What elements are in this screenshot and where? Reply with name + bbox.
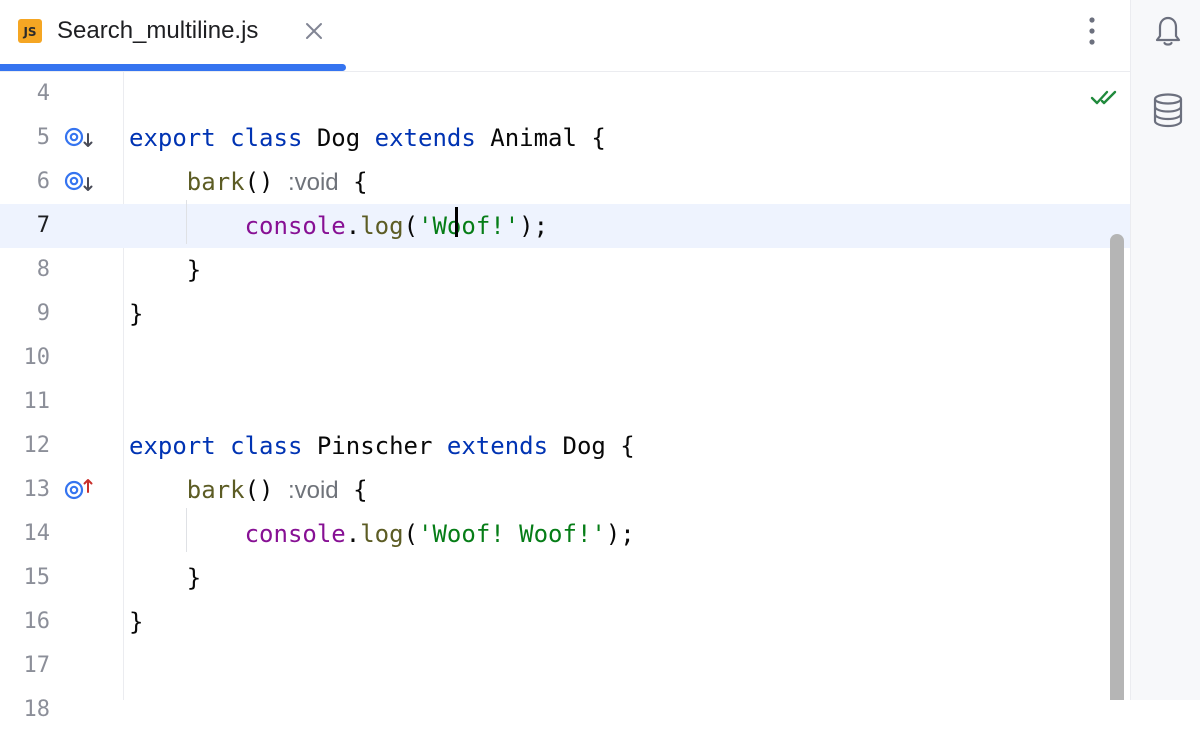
code-line[interactable]: 4 [0, 72, 1130, 116]
line-number[interactable]: 10 [0, 336, 51, 380]
code-line[interactable]: 12 export class Pinscher extends Dog { [0, 424, 1130, 468]
code-text[interactable]: console.log('Woof!'); [129, 204, 548, 248]
indent-guide [186, 200, 187, 244]
code-token: ( [403, 520, 419, 548]
vertical-scrollbar-thumb[interactable] [1110, 234, 1124, 700]
code-text[interactable]: export class Dog extends Animal { [129, 116, 606, 160]
code-line[interactable]: 11 [0, 380, 1130, 424]
code-line[interactable]: 10 [0, 336, 1130, 380]
code-token: } [129, 564, 202, 592]
code-token: } [129, 608, 144, 636]
line-number[interactable]: 9 [0, 292, 50, 336]
code-line[interactable]: 6 bark() :void { [0, 160, 1130, 204]
javascript-file-icon: JS [18, 19, 42, 43]
active-tab-indicator [0, 64, 346, 71]
code-token: bark [186, 168, 245, 196]
code-token: Pinscher [302, 432, 447, 460]
code-text[interactable]: export class Pinscher extends Dog { [129, 424, 635, 468]
code-token: { [338, 168, 368, 196]
code-editor[interactable]: 4 5 export class Dog extends Animal {6 bar… [0, 72, 1130, 722]
text-caret [455, 207, 458, 237]
code-line[interactable]: 8 } [0, 248, 1130, 292]
code-text[interactable]: } [129, 600, 143, 644]
code-text[interactable]: } [129, 248, 201, 292]
code-token: . [345, 520, 361, 548]
line-number[interactable]: 16 [0, 600, 51, 644]
code-token: ( [403, 212, 419, 240]
code-line[interactable]: 16} [0, 600, 1130, 644]
code-text[interactable]: console.log('Woof! Woof!'); [129, 512, 635, 556]
code-token: 'Woof! Woof!' [418, 520, 606, 548]
code-token: log [360, 212, 404, 240]
overrides-up-icon[interactable] [64, 478, 94, 504]
line-number[interactable]: 5 [0, 116, 50, 160]
inlay-type-hint: :void [287, 169, 339, 196]
line-number[interactable]: 7 [0, 204, 50, 248]
code-token: bark [186, 476, 245, 504]
double-check-icon[interactable] [1090, 86, 1118, 110]
line-number[interactable]: 18 [0, 688, 51, 732]
code-token: } [129, 256, 202, 284]
code-text[interactable]: bark() :void { [129, 468, 368, 513]
line-number[interactable]: 12 [0, 424, 51, 468]
code-token: () [244, 168, 288, 196]
code-token: class [230, 432, 303, 460]
implemented-down-icon[interactable] [64, 126, 94, 152]
code-text[interactable]: } [129, 292, 143, 336]
inlay-type-hint: :void [287, 477, 339, 504]
implemented-down-icon[interactable] [64, 170, 94, 196]
code-token: Animal { [475, 124, 606, 152]
line-number[interactable]: 14 [0, 512, 51, 556]
code-line[interactable]: 14 console.log('Woof! Woof!'); [0, 512, 1130, 556]
line-number[interactable]: 6 [0, 160, 50, 204]
code-token: class [230, 124, 303, 152]
line-number[interactable]: 8 [0, 248, 50, 292]
code-line[interactable]: 17 [0, 644, 1130, 688]
code-line[interactable]: 7 console.log('Woof!'); [0, 204, 1130, 248]
code-token: 'Woof!' [418, 212, 520, 240]
close-icon[interactable] [301, 18, 327, 44]
code-token: export [129, 124, 216, 152]
tab-title: Search_multiline.js [57, 17, 259, 44]
code-line[interactable]: 18 [0, 688, 1130, 732]
line-number[interactable]: 11 [0, 380, 51, 424]
tab-search-multiline-js[interactable]: JS Search_multiline.js [0, 0, 346, 71]
code-text[interactable]: } [129, 556, 201, 600]
line-number[interactable]: 15 [0, 556, 51, 600]
indent-guide [186, 508, 187, 552]
code-token: console [244, 212, 346, 240]
code-line[interactable]: 15 } [0, 556, 1130, 600]
code-token: Dog { [548, 432, 635, 460]
line-number[interactable]: 4 [0, 72, 50, 116]
code-token: extends [446, 432, 549, 460]
code-token: } [129, 300, 144, 328]
code-token: () [244, 476, 288, 504]
right-tool-window-bar [1130, 0, 1200, 700]
more-vertical-icon[interactable] [1078, 14, 1106, 48]
code-token: . [345, 212, 361, 240]
code-token: export [129, 432, 216, 460]
code-line[interactable]: 9} [0, 292, 1130, 336]
code-token: extends [374, 124, 476, 152]
code-token: ); [605, 520, 635, 548]
code-token: ); [519, 212, 549, 240]
code-token: console [244, 520, 346, 548]
code-token: log [360, 520, 404, 548]
database-icon[interactable] [1152, 92, 1184, 128]
code-token: Dog [302, 124, 375, 152]
code-text[interactable]: bark() :void { [129, 160, 368, 205]
line-number[interactable]: 17 [0, 644, 51, 688]
line-number[interactable]: 13 [0, 468, 51, 512]
code-token: { [338, 476, 368, 504]
editor-tab-bar: JS Search_multiline.js [0, 0, 1130, 72]
bell-icon[interactable] [1152, 12, 1184, 48]
code-line[interactable]: 5 export class Dog extends Animal { [0, 116, 1130, 160]
code-line[interactable]: 13 bark() :void { [0, 468, 1130, 512]
